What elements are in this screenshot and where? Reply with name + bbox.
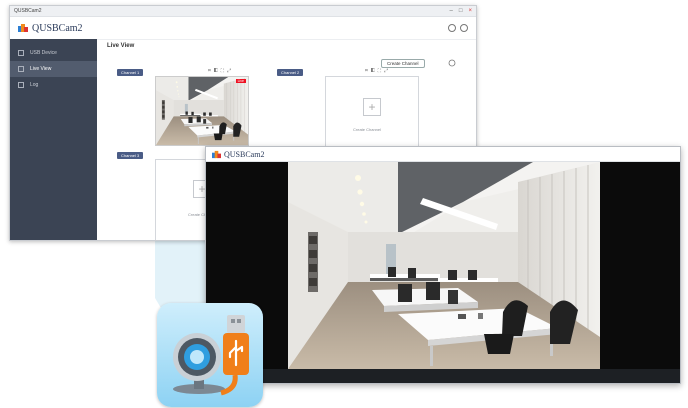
channel-2-tag: Channel 2 (277, 69, 304, 76)
sidebar: USB Device Live View Log (10, 39, 97, 240)
log-icon (18, 82, 24, 88)
create-channel-button[interactable]: Create Channel (381, 59, 425, 68)
viewer-titlebar: QUSBCam2 (206, 147, 680, 162)
channel-2-caption: Create Channel (353, 127, 382, 132)
sidebar-item-label: Live View (30, 66, 52, 72)
window-title: QUSBCam2 (14, 8, 42, 14)
sidebar-item-live-view[interactable]: Live View (10, 61, 97, 77)
video-viewer-window: QUSBCam2 (205, 146, 681, 384)
page-title: Live View (107, 43, 135, 49)
minimize-button[interactable]: – (450, 6, 453, 16)
maximize-button[interactable]: □ (459, 6, 463, 16)
live-view-icon (18, 66, 24, 72)
qusbcam-logo-icon (212, 150, 221, 158)
live-video-frame[interactable] (288, 162, 600, 369)
office-camera-image (288, 162, 600, 369)
help-icon[interactable] (460, 24, 468, 32)
channel-1-toolbar[interactable]: ⌗◧⛶⤢ (208, 68, 234, 74)
webcam-usb-app-icon (157, 303, 263, 407)
usb-device-icon (18, 50, 24, 56)
channel-1-tag: Channel 1 (117, 69, 144, 76)
channel-1-preview[interactable]: Live (155, 76, 249, 146)
sidebar-item-label: Log (30, 82, 39, 88)
app-name: QUSBCam2 (32, 22, 83, 34)
office-thumbnail-image (156, 77, 248, 145)
viewer-app-name: QUSBCam2 (224, 149, 265, 159)
viewer-control-bar (206, 369, 680, 383)
sidebar-item-usb-device[interactable]: USB Device (10, 45, 97, 61)
live-badge: Live (235, 79, 246, 83)
channel-2-empty-slot[interactable]: + Create Channel (325, 76, 419, 150)
close-button[interactable]: × (468, 6, 472, 16)
webcam-icon (173, 315, 249, 396)
channel-2-toolbar[interactable]: ⌗◧⛶⤢ (365, 68, 391, 74)
settings-icon[interactable] (448, 24, 456, 32)
app-header: QUSBCam2 (10, 17, 476, 40)
add-channel-icon[interactable]: + (363, 98, 381, 116)
channel-3-tag: Channel 3 (117, 152, 144, 159)
window-titlebar: QUSBCam2 – □ × (10, 6, 476, 17)
refresh-icon[interactable] (448, 59, 456, 67)
qusbcam-logo-icon (18, 24, 28, 32)
sidebar-item-log[interactable]: Log (10, 77, 97, 93)
channel-3-caption: Create Ch (188, 212, 207, 217)
sidebar-item-label: USB Device (30, 50, 57, 56)
